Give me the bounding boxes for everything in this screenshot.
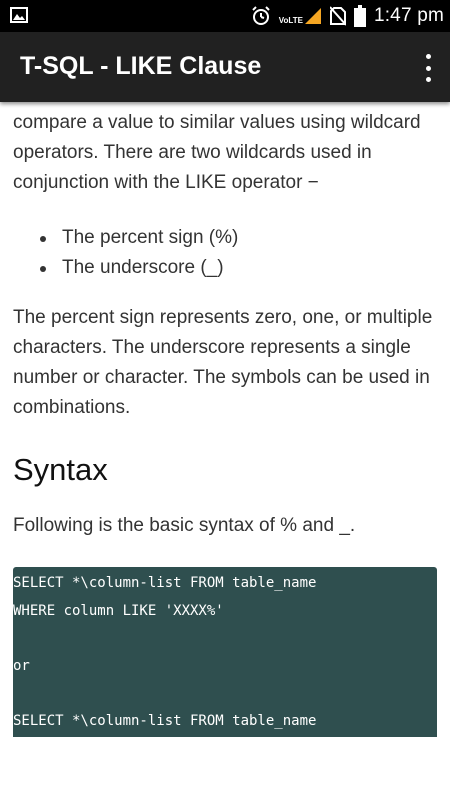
code-line: or (13, 657, 30, 674)
volte-label: VoLTE (278, 15, 303, 25)
list-item: The underscore (_) (40, 253, 440, 283)
wildcard-list: The percent sign (%) The underscore (_) (40, 223, 440, 283)
code-block[interactable]: SELECT *\column-list FROM table_name WHE… (13, 567, 437, 737)
battery-icon (353, 5, 366, 27)
no-sim-icon (329, 6, 346, 26)
status-bar: VoLTE 1:47 pm (0, 0, 450, 32)
section-heading: Syntax (13, 452, 108, 487)
status-right: VoLTE 1:47 pm (243, 0, 444, 32)
status-left (10, 7, 28, 28)
article-content[interactable]: compare a value to similar values using … (0, 102, 450, 800)
code-line: SELECT *\column-list FROM table_name (13, 712, 317, 729)
signal-icon (304, 8, 321, 24)
syntax-intro: Following is the basic syntax of % and _… (13, 515, 356, 536)
menu-dot (425, 65, 431, 71)
menu-dot (425, 54, 431, 59)
alarm-icon (252, 6, 270, 25)
code-line: SELECT *\column-list FROM table_name (13, 575, 317, 591)
list-item: The percent sign (%) (40, 223, 440, 253)
intro-paragraph: compare a value to similar values using … (13, 112, 421, 193)
image-icon (10, 7, 28, 23)
menu-dot (425, 77, 431, 82)
description-paragraph: The percent sign represents zero, one, o… (13, 307, 433, 418)
code-line: WHERE column LIKE 'XXXX%' (13, 602, 224, 619)
app-bar: T-SQL - LIKE Clause (0, 32, 450, 102)
page-title: T-SQL - LIKE Clause (20, 52, 262, 80)
more-vert-icon[interactable] (420, 54, 436, 82)
status-time: 1:47 pm (373, 5, 444, 26)
